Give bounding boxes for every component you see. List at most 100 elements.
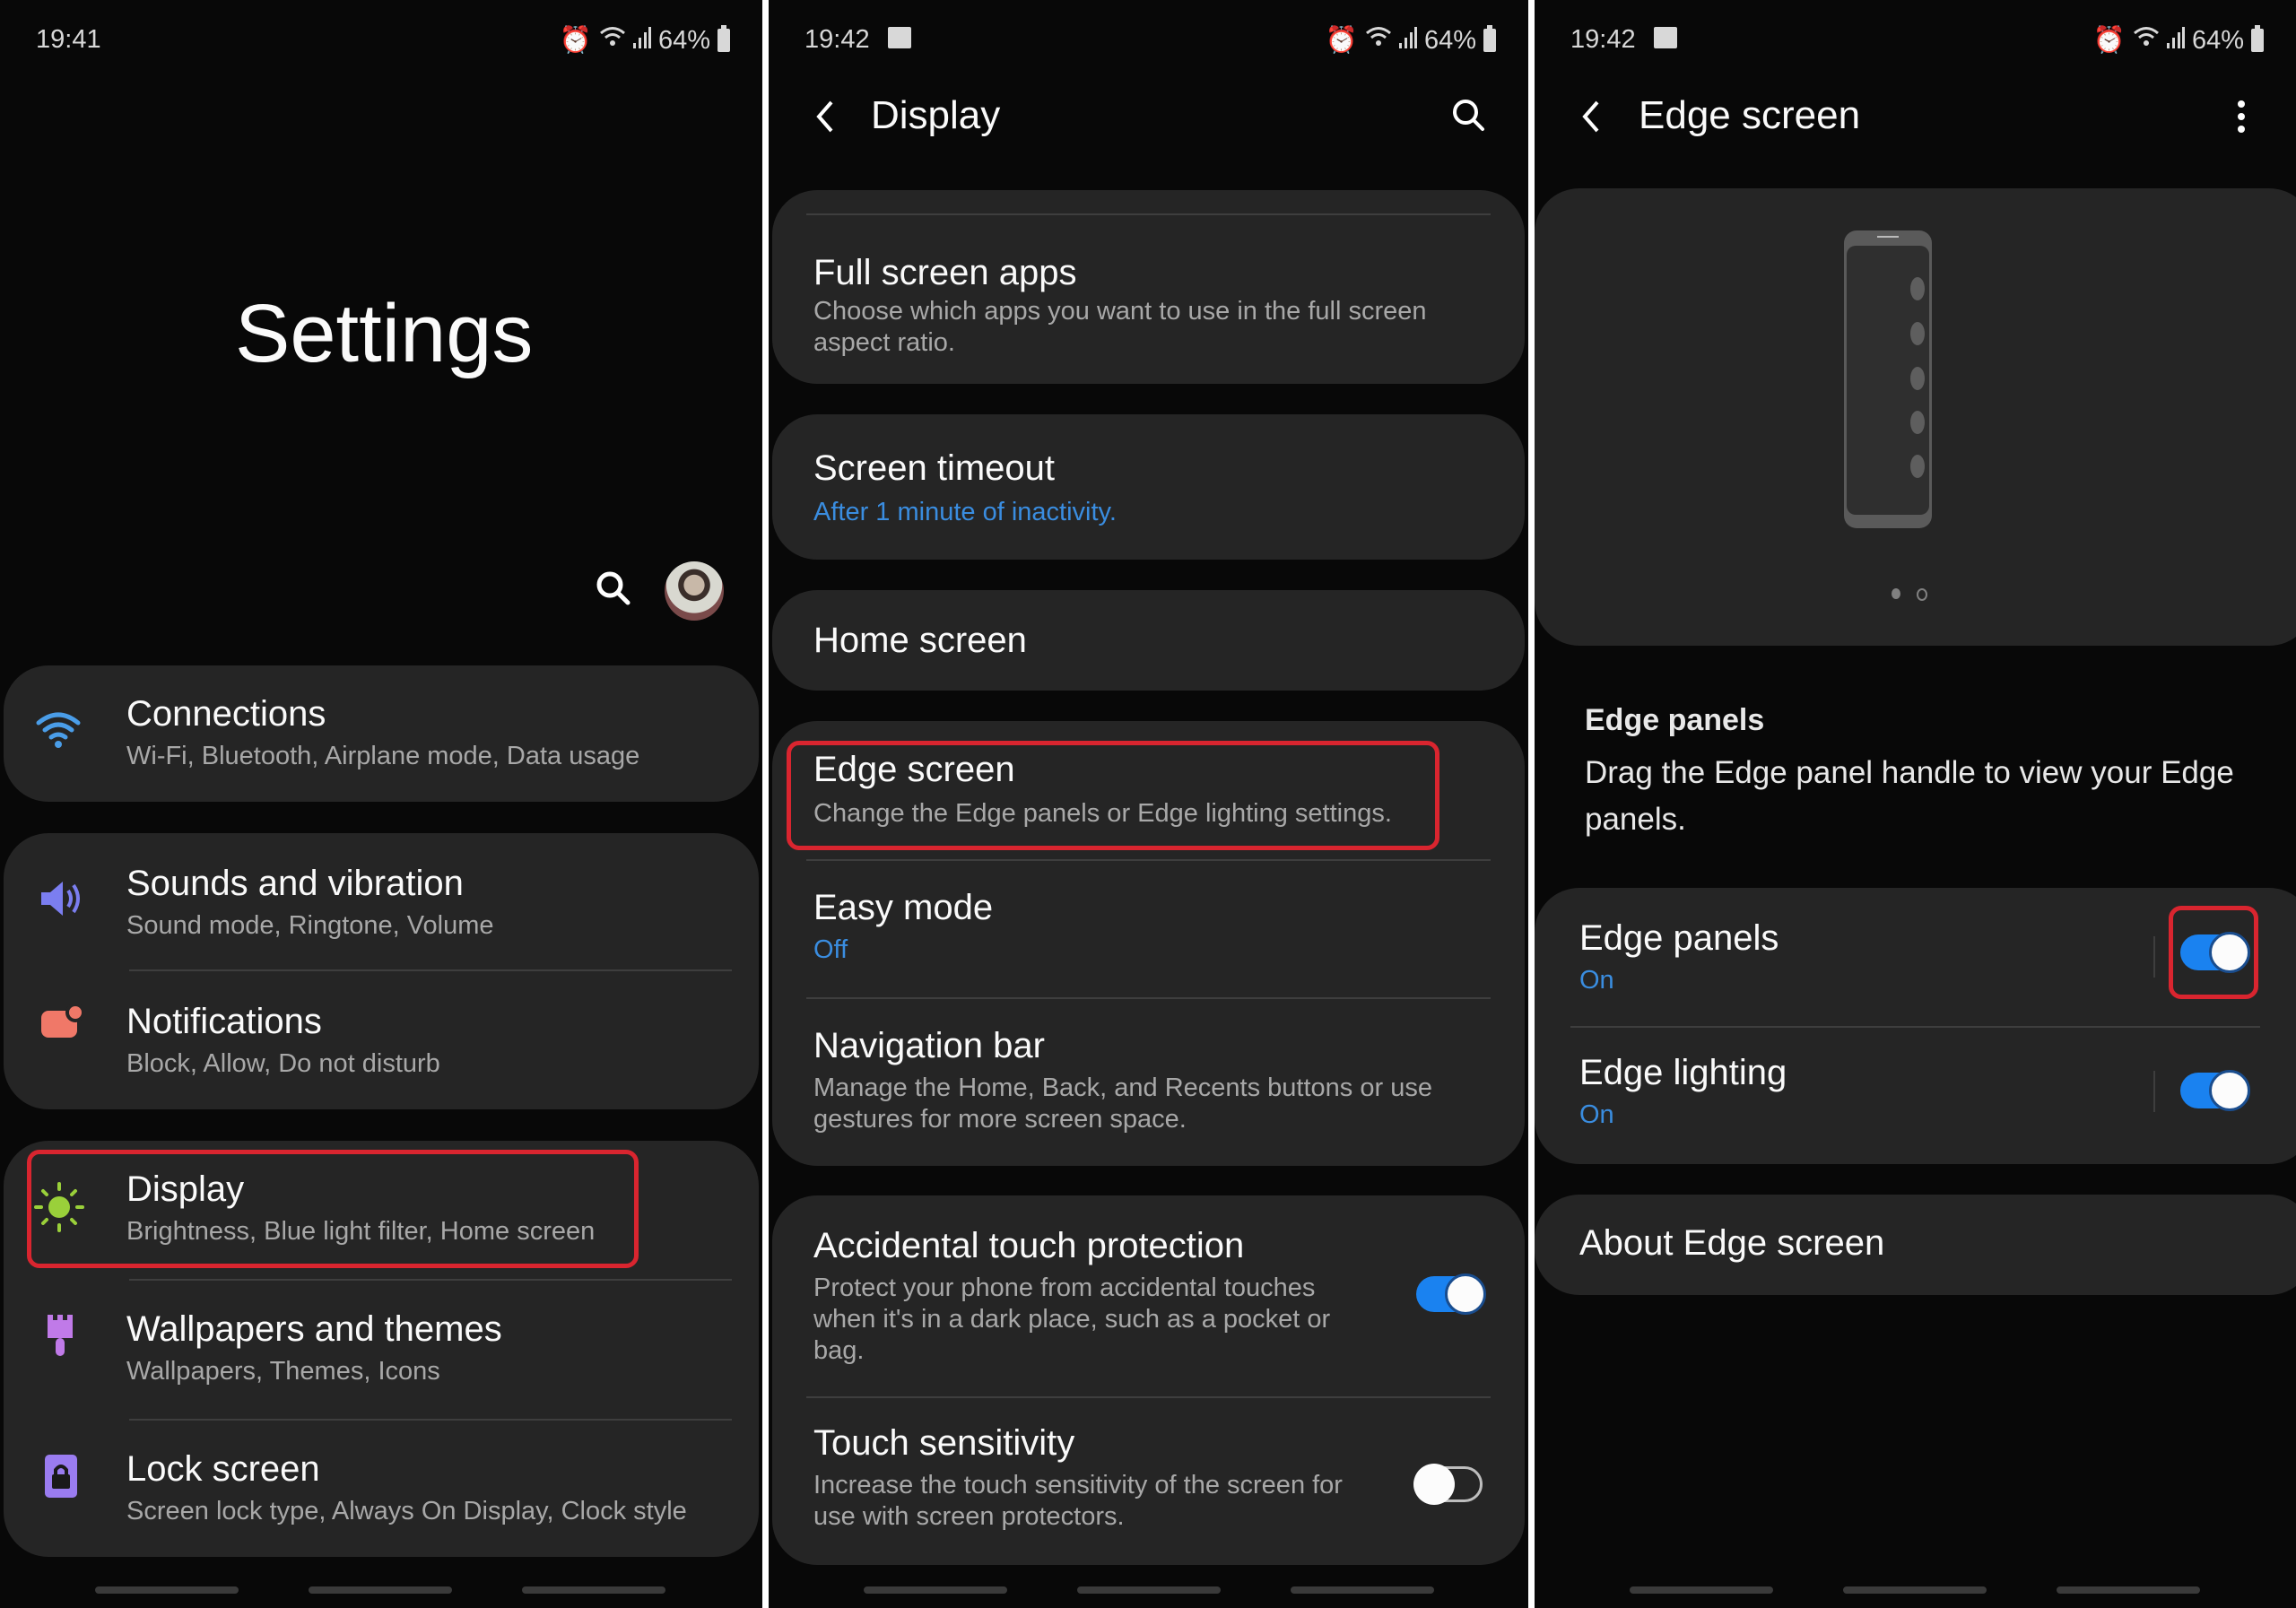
item-subtitle: Choose which apps you want to use in the…	[813, 297, 1427, 357]
status-bar: 19:42 ⏰ 64%	[769, 22, 1528, 57]
status-time: 19:42	[804, 25, 870, 54]
status-bar: 19:42 ⏰ 64%	[1535, 22, 2296, 57]
alarm-icon: ⏰	[559, 26, 592, 55]
item-title: Easy mode	[813, 888, 994, 927]
settings-item-wallpapers[interactable]: Wallpapers and themes Wallpapers, Themes…	[4, 1281, 759, 1417]
avatar[interactable]	[665, 561, 724, 621]
item-title: Home screen	[813, 621, 1027, 660]
item-title: Display	[126, 1169, 245, 1209]
home-screen-card: Home screen	[772, 590, 1525, 691]
display-item-navigation-bar[interactable]: Navigation bar Manage the Home, Back, an…	[772, 999, 1525, 1166]
nav-home-button[interactable]	[1843, 1586, 1987, 1594]
page-title: Edge screen	[1639, 93, 1861, 137]
item-title: Connections	[126, 694, 326, 734]
gallery-icon	[1654, 27, 1677, 48]
lock-icon	[45, 1455, 77, 1498]
back-button[interactable]	[812, 97, 839, 136]
item-subtitle: Sound mode, Ringtone, Volume	[126, 911, 494, 940]
back-arrow-icon	[816, 100, 833, 133]
item-title: Wallpapers and themes	[126, 1309, 502, 1349]
phone-illustration	[1844, 230, 1932, 528]
speaker-icon	[41, 882, 80, 916]
notification-icon	[41, 1004, 84, 1038]
nav-recents-button[interactable]	[864, 1586, 1007, 1594]
item-subtitle: Wi-Fi, Bluetooth, Airplane mode, Data us…	[126, 742, 640, 770]
item-subtitle: After 1 minute of inactivity.	[813, 498, 1117, 526]
item-title: Accidental touch protection	[813, 1226, 1245, 1265]
nav-recents-button[interactable]	[1630, 1586, 1773, 1594]
wifi-icon	[2133, 25, 2160, 56]
page-title: Display	[871, 93, 1001, 137]
item-subtitle: Manage the Home, Back, and Recents butto…	[813, 1073, 1432, 1134]
display-item-accidental-touch[interactable]: Accidental touch protection Protect your…	[772, 1195, 1525, 1395]
settings-item-notifications[interactable]: Notifications Block, Allow, Do not distu…	[4, 971, 759, 1108]
toggle-knob	[1445, 1273, 1486, 1315]
edge-illustration-card[interactable]	[1535, 188, 2296, 646]
edge-lighting-toggle[interactable]	[2180, 1070, 2250, 1111]
edge-easy-nav-card: Edge screen Change the Edge panels or Ed…	[772, 721, 1525, 1166]
page-dot-active[interactable]	[1892, 588, 1900, 599]
page-title: Settings	[235, 288, 534, 379]
settings-item-connections[interactable]: Connections Wi-Fi, Bluetooth, Airplane m…	[4, 665, 759, 802]
more-options-button[interactable]	[2232, 97, 2250, 136]
item-title: Navigation bar	[813, 1026, 1045, 1065]
item-title: Lock screen	[126, 1449, 320, 1489]
nav-home-button[interactable]	[1077, 1586, 1221, 1594]
divider-vertical	[2153, 1071, 2155, 1112]
item-title: Edge panels	[1579, 918, 1779, 958]
display-item-home-screen[interactable]: Home screen	[772, 590, 1525, 691]
item-title: Edge lighting	[1579, 1053, 1787, 1092]
settings-item-sounds[interactable]: Sounds and vibration Sound mode, Rington…	[4, 833, 759, 969]
display-item-edge-screen[interactable]: Edge screen Change the Edge panels or Ed…	[772, 721, 1525, 857]
settings-item-lock-screen[interactable]: Lock screen Screen lock type, Always On …	[4, 1421, 759, 1557]
battery-percent: 64%	[1423, 25, 1476, 55]
nav-back-button[interactable]	[522, 1586, 665, 1594]
search-icon	[596, 571, 631, 605]
edge-screen-screen: 19:42 ⏰ 64% Edge screen Edge panels Drag…	[1535, 0, 2296, 1608]
display-item-easy-mode[interactable]: Easy mode Off	[772, 861, 1525, 997]
item-subtitle: Screen lock type, Always On Display, Clo…	[126, 1497, 687, 1525]
divider-vertical	[2153, 936, 2155, 978]
display-item-touch-sensitivity[interactable]: Touch sensitivity Increase the touch sen…	[772, 1398, 1525, 1565]
search-button[interactable]	[594, 569, 633, 608]
sun-icon	[34, 1182, 84, 1232]
about-card: About Edge screen	[1535, 1195, 2296, 1295]
wifi-icon	[1365, 25, 1392, 56]
search-button[interactable]	[1450, 97, 1488, 135]
paintbrush-icon	[48, 1315, 73, 1356]
edge-item-about[interactable]: About Edge screen	[1535, 1195, 2296, 1295]
settings-screen: 19:41 ⏰ 64% Settings Connections Wi-Fi, …	[0, 0, 762, 1608]
back-button[interactable]	[1578, 97, 1605, 136]
display-item-screen-timeout[interactable]: Screen timeout After 1 minute of inactiv…	[772, 414, 1525, 560]
section-heading: Edge panels	[1585, 703, 1765, 737]
signal-icon	[632, 26, 651, 56]
item-title: Touch sensitivity	[813, 1423, 1075, 1463]
accidental-touch-toggle[interactable]	[1416, 1273, 1486, 1315]
nav-recents-button[interactable]	[95, 1586, 239, 1594]
item-title: Screen timeout	[813, 448, 1056, 488]
edge-item-edge-lighting[interactable]: Edge lighting On	[1535, 1028, 2296, 1164]
battery-percent: 64%	[2191, 25, 2244, 55]
touch-card: Accidental touch protection Protect your…	[772, 1195, 1525, 1565]
display-item-full-screen-apps[interactable]: Full screen apps Choose which apps you w…	[772, 215, 1525, 384]
nav-back-button[interactable]	[2057, 1586, 2200, 1594]
status-time: 19:41	[36, 25, 101, 54]
item-subtitle: Brightness, Blue light filter, Home scre…	[126, 1217, 596, 1246]
gallery-icon	[888, 27, 911, 48]
page-dot-inactive[interactable]	[1917, 588, 1927, 601]
edge-item-edge-panels[interactable]: Edge panels On	[1535, 888, 2296, 1024]
connections-card: Connections Wi-Fi, Bluetooth, Airplane m…	[4, 665, 759, 802]
edge-panels-toggle[interactable]	[2180, 932, 2250, 973]
settings-item-display[interactable]: Display Brightness, Blue light filter, H…	[4, 1141, 759, 1277]
item-subtitle: Change the Edge panels or Edge lighting …	[813, 799, 1392, 828]
item-status: On	[1579, 966, 1614, 995]
touch-sensitivity-toggle[interactable]	[1413, 1464, 1483, 1505]
alarm-icon: ⏰	[2092, 26, 2126, 55]
display-screen: 19:42 ⏰ 64% Display Full screen apps Cho…	[769, 0, 1528, 1608]
nav-home-button[interactable]	[309, 1586, 452, 1594]
search-icon	[1453, 100, 1484, 131]
nav-back-button[interactable]	[1291, 1586, 1434, 1594]
item-title: Edge screen	[813, 750, 1015, 789]
signal-icon	[1398, 26, 1417, 56]
item-subtitle: Wallpapers, Themes, Icons	[126, 1357, 440, 1386]
